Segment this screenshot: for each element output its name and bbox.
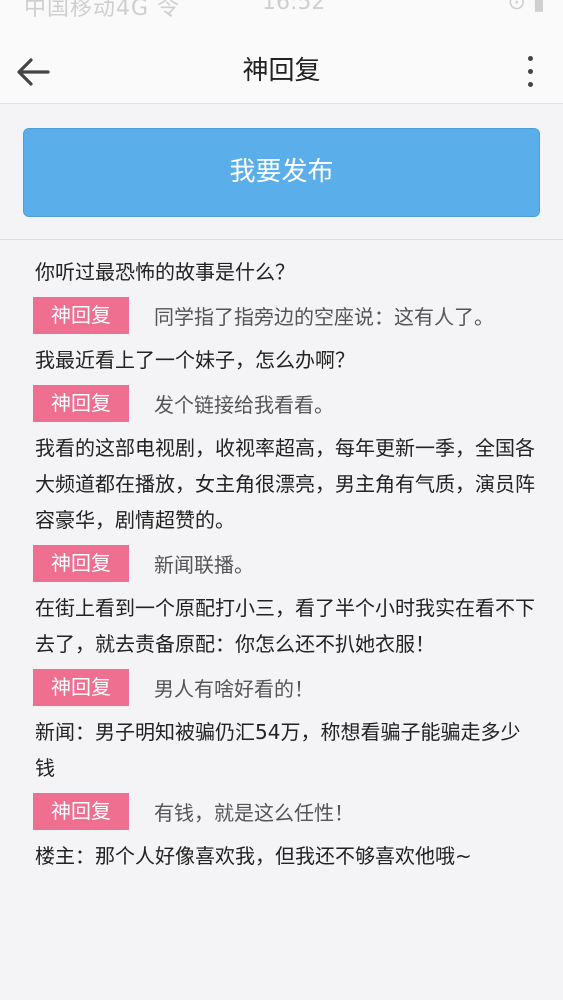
publish-button[interactable]: 我要发布 bbox=[23, 128, 540, 217]
answer-row[interactable]: 神回复 有钱，就是这么任性！ bbox=[33, 793, 535, 830]
question-text[interactable]: 我看的这部电视剧，收视率超高，每年更新一季，全国各大频道都在播放，女主角很漂亮，… bbox=[35, 430, 535, 538]
shen-huifu-tag: 神回复 bbox=[33, 545, 129, 582]
shen-huifu-tag: 神回复 bbox=[33, 669, 129, 706]
question-text[interactable]: 你听过最恐怖的故事是什么？ bbox=[35, 254, 535, 290]
more-options-icon[interactable] bbox=[521, 54, 541, 92]
answer-text: 男人有啥好看的！ bbox=[154, 677, 314, 701]
app-header: 神回复 bbox=[0, 28, 563, 104]
page-title: 神回复 bbox=[242, 56, 321, 86]
shen-huifu-tag: 神回复 bbox=[33, 297, 129, 334]
answer-row[interactable]: 神回复 发个链接给我看看。 bbox=[33, 385, 535, 422]
answer-text: 发个链接给我看看。 bbox=[154, 393, 334, 417]
answer-text: 新闻联播。 bbox=[154, 553, 254, 577]
back-arrow-icon[interactable] bbox=[14, 53, 52, 91]
divider bbox=[0, 239, 563, 240]
post-feed: 你听过最恐怖的故事是什么？ 神回复 同学指了指旁边的空座说：这有人了。我最近看上了一… bbox=[33, 254, 535, 881]
status-time: 16:52 bbox=[262, 0, 326, 15]
status-icons: ⊙ ▮ bbox=[507, 0, 545, 15]
answer-row[interactable]: 神回复 同学指了指旁边的空座说：这有人了。 bbox=[33, 297, 535, 334]
shen-huifu-tag: 神回复 bbox=[33, 793, 129, 830]
status-bar: 中国移动4G 令 16:52 ⊙ ▮ bbox=[0, 0, 563, 28]
answer-text: 有钱，就是这么任性！ bbox=[154, 801, 354, 825]
answer-row[interactable]: 神回复 男人有啥好看的！ bbox=[33, 669, 535, 706]
question-text[interactable]: 新闻：男子明知被骗仍汇54万，称想看骗子能骗走多少钱 bbox=[35, 714, 535, 786]
shen-huifu-tag: 神回复 bbox=[33, 385, 129, 422]
question-text[interactable]: 我最近看上了一个妹子，怎么办啊？ bbox=[35, 342, 535, 378]
question-text[interactable]: 楼主：那个人好像喜欢我，但我还不够喜欢他哦~ bbox=[35, 838, 535, 874]
carrier-label: 中国移动4G 令 bbox=[24, 0, 181, 21]
question-text[interactable]: 在街上看到一个原配打小三，看了半个小时我实在看不下去了，就去责备原配：你怎么还不… bbox=[35, 590, 535, 662]
answer-text: 同学指了指旁边的空座说：这有人了。 bbox=[154, 305, 494, 329]
answer-row[interactable]: 神回复 新闻联播。 bbox=[33, 545, 535, 582]
